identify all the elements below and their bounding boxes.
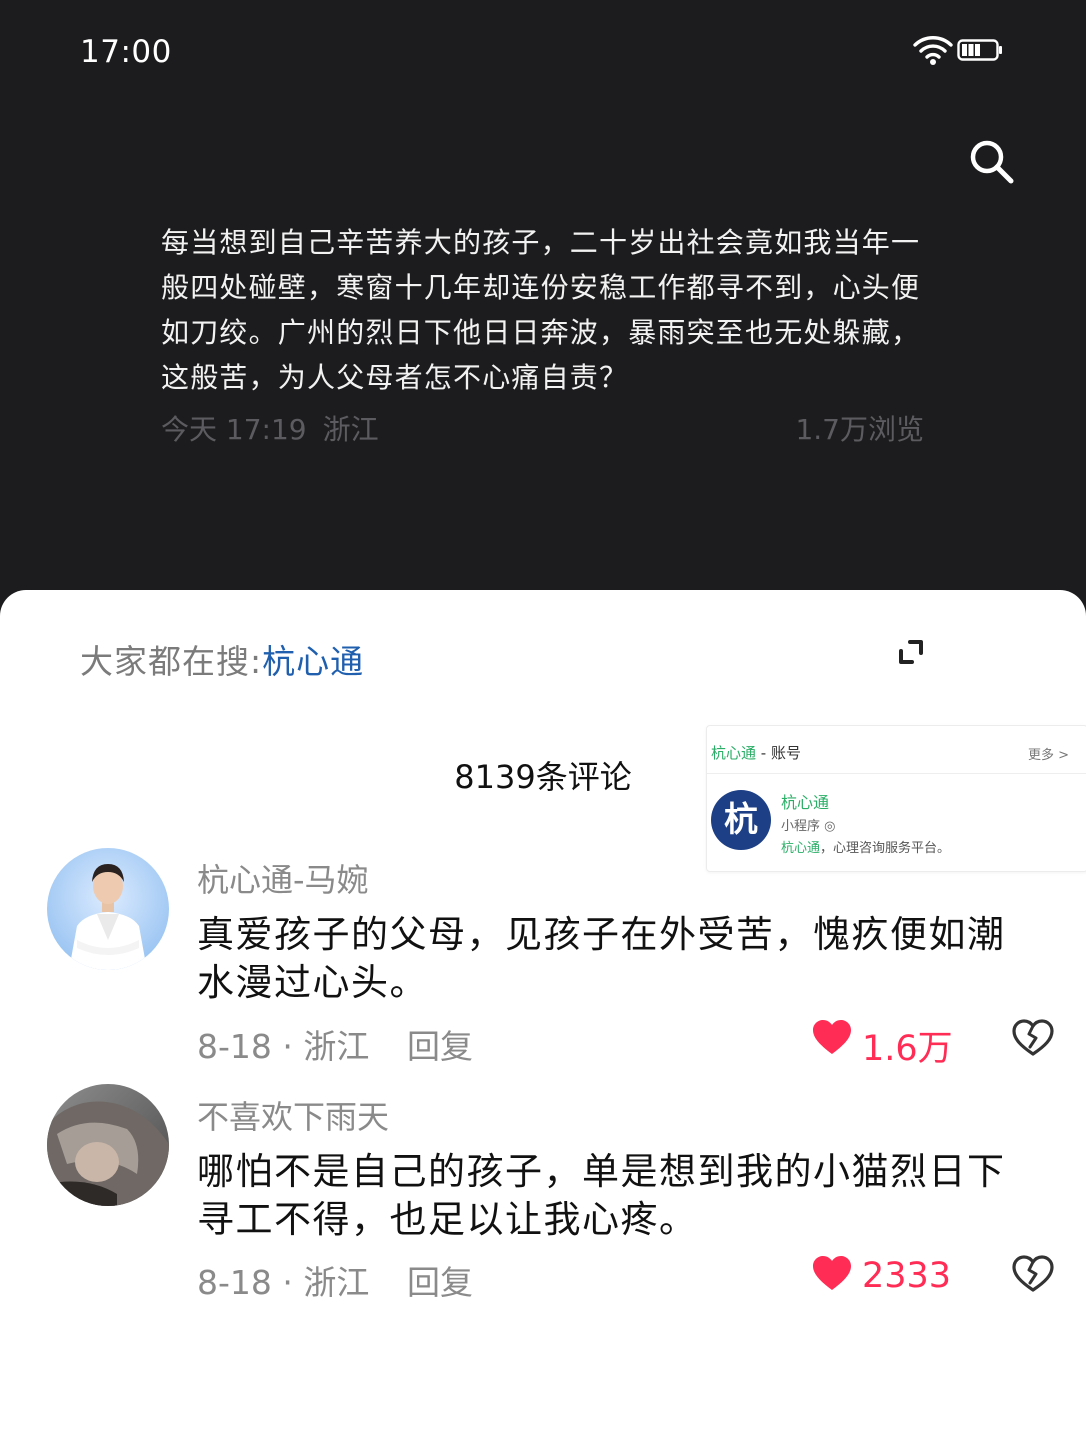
screen: 17:00 每当想到自己辛苦养大的孩子，二十岁出社会竟如我当年一般四处碰壁，寒窗… bbox=[0, 0, 1086, 1448]
hot-search-prefix: 大家都在搜: bbox=[80, 642, 263, 681]
doctor-avatar-image bbox=[47, 848, 169, 970]
mini-program-type: 小程序 ◎ bbox=[781, 819, 836, 834]
search-icon[interactable] bbox=[966, 136, 1016, 186]
mini-program-header-title: 杭心通 bbox=[711, 744, 757, 762]
reply-button[interactable]: 回复 bbox=[407, 1020, 473, 1068]
comment-date-location: 8-18 · 浙江 bbox=[197, 1263, 370, 1302]
mini-program-header-suffix: - 账号 bbox=[756, 744, 801, 762]
post-location: 浙江 bbox=[322, 413, 379, 446]
battery-icon bbox=[957, 39, 1002, 61]
heart-icon[interactable] bbox=[812, 1019, 852, 1055]
status-time: 17:00 bbox=[80, 34, 172, 70]
post-text: 每当想到自己辛苦养大的孩子，二十岁出社会竟如我当年一般四处碰壁，寒窗十几年却连份… bbox=[161, 226, 921, 394]
like-count: 2333 bbox=[862, 1256, 952, 1296]
comment-author[interactable]: 杭心通-马婉 bbox=[197, 855, 369, 901]
mini-program-desc-rest: ，心理咨询服务平台。 bbox=[820, 841, 951, 856]
mini-program-more-link[interactable]: 更多 > bbox=[1028, 744, 1069, 763]
post-meta: 今天 17:19 浙江 bbox=[161, 408, 395, 448]
post-views: 1.7万浏览 bbox=[795, 413, 924, 446]
wifi-icon bbox=[913, 36, 953, 65]
mini-program-desc-highlight: 杭心通 bbox=[781, 841, 821, 856]
mini-program-name: 杭心通 bbox=[781, 793, 830, 812]
mini-program-header: 杭心通 - 账号 bbox=[711, 742, 801, 763]
post-area: 17:00 每当想到自己辛苦养大的孩子，二十岁出社会竟如我当年一般四处碰壁，寒窗… bbox=[0, 0, 1086, 620]
heart-icon[interactable] bbox=[812, 1255, 852, 1291]
user-avatar-image bbox=[47, 1084, 169, 1206]
avatar[interactable] bbox=[47, 1084, 169, 1206]
expand-icon[interactable] bbox=[894, 635, 928, 669]
mini-program-card[interactable]: 杭心通 - 账号 更多 > 杭 杭心通 小程序 ◎ 杭心通，心理咨询服务平台。 bbox=[706, 725, 1086, 872]
comment-date-location: 8-18 · 浙江 bbox=[197, 1027, 370, 1066]
broken-heart-icon[interactable] bbox=[1012, 1019, 1054, 1057]
comment-sheet: 大家都在搜:杭心通 8139条评论 杭心通 - 账号 更多 > 杭 杭心通 小程… bbox=[0, 590, 1086, 1448]
comment-text: 真爱孩子的父母，见孩子在外受苦，愧疚便如潮水漫过心头。 bbox=[197, 913, 1006, 1004]
like-count: 1.6万 bbox=[862, 1029, 953, 1069]
mini-program-logo: 杭 bbox=[711, 790, 771, 850]
hot-search-bar[interactable]: 大家都在搜:杭心通 bbox=[80, 635, 364, 683]
comment-text: 哪怕不是自己的孩子，单是想到我的小猫烈日下寻工不得，也足以让我心疼。 bbox=[197, 1150, 1006, 1241]
hot-search-keyword[interactable]: 杭心通 bbox=[262, 642, 364, 681]
reply-button[interactable]: 回复 bbox=[407, 1256, 473, 1304]
broken-heart-icon[interactable] bbox=[1012, 1255, 1054, 1293]
mini-program-desc: 杭心通，心理咨询服务平台。 bbox=[781, 837, 950, 856]
avatar[interactable] bbox=[47, 848, 169, 970]
comment-author[interactable]: 不喜欢下雨天 bbox=[197, 1092, 389, 1138]
post-date: 今天 17:19 bbox=[161, 413, 307, 446]
divider bbox=[707, 773, 1086, 774]
